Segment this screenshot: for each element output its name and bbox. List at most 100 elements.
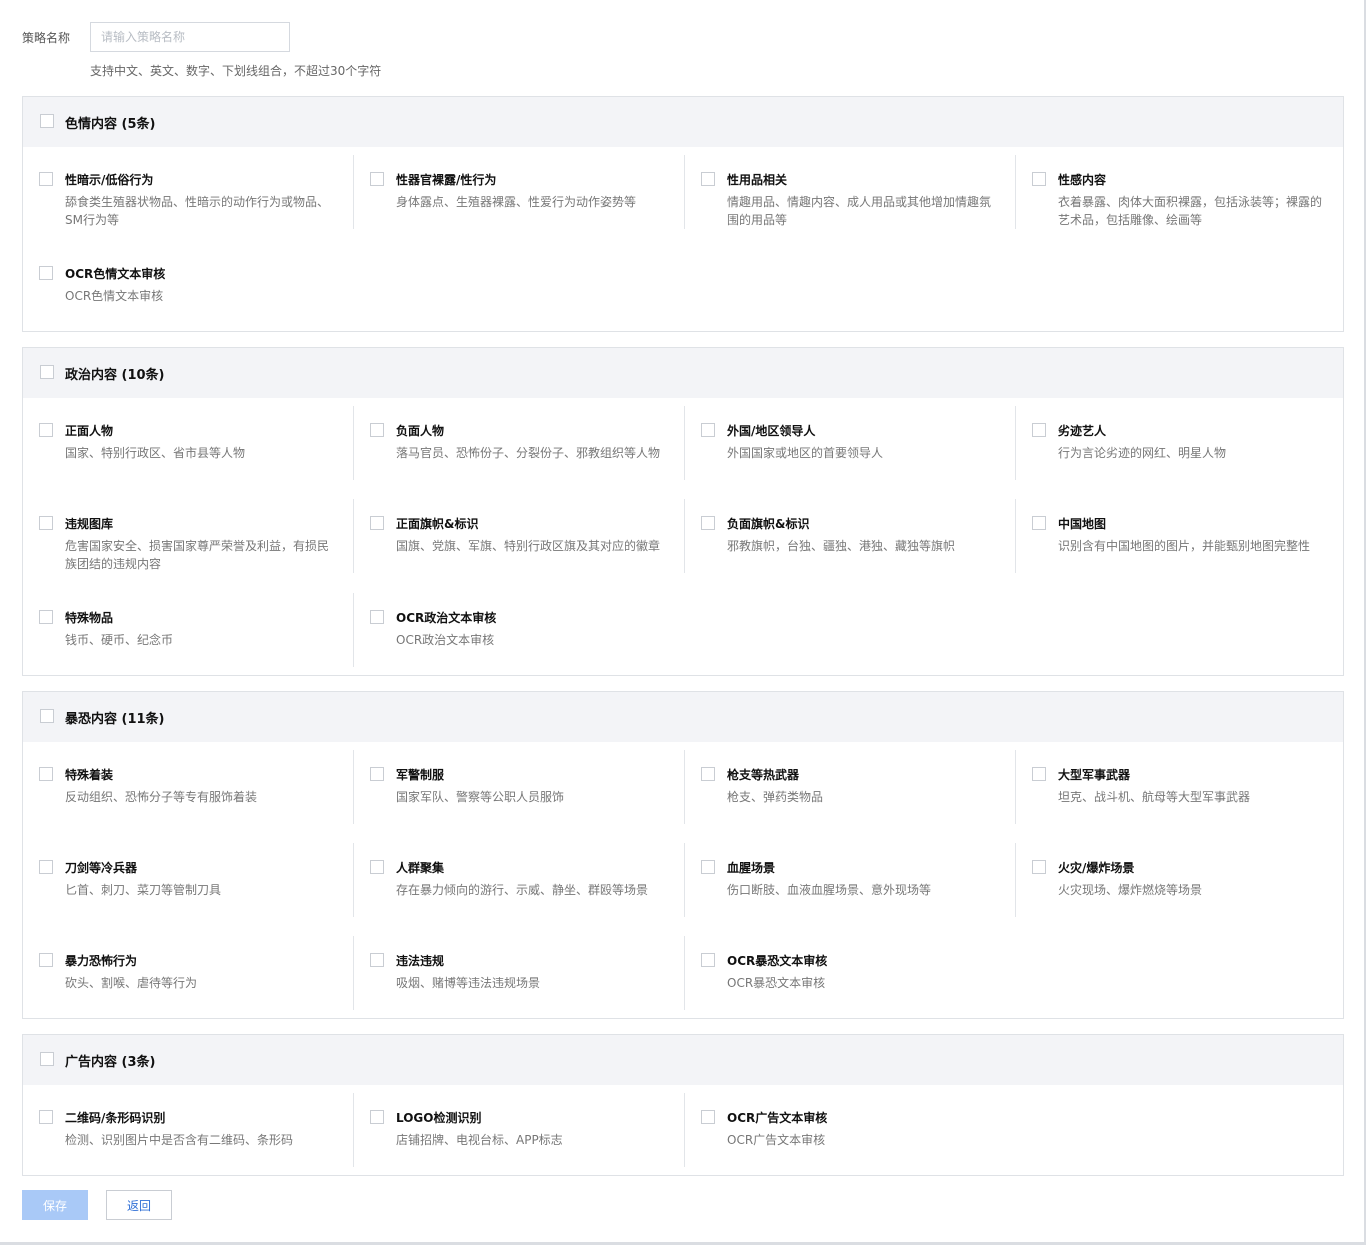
rule-checkbox[interactable] (701, 172, 715, 186)
save-button[interactable]: 保存 (22, 1190, 88, 1220)
rule-checkbox[interactable] (701, 767, 715, 781)
rule-description: 反动组织、恐怖分子等专有服饰着装 (65, 790, 258, 804)
rule-checkbox[interactable] (39, 610, 53, 624)
rule-item: 违规图库 危害国家安全、损害国家尊严荣誉及利益，有损民族团结的违规内容 (23, 499, 353, 573)
strategy-name-hint: 支持中文、英文、数字、下划线组合，不超过30个字符 (90, 64, 382, 78)
rule-checkbox[interactable] (370, 516, 384, 530)
rule-checkbox[interactable] (39, 516, 53, 530)
rule-description: 检测、识别图片中是否含有二维码、条形码 (65, 1133, 294, 1147)
rule-title: 刀剑等冷兵器 (65, 861, 138, 875)
rule-title: LOGO检测识别 (396, 1111, 482, 1125)
rule-checkbox[interactable] (1032, 516, 1046, 530)
rule-description: 匕首、刺刀、菜刀等管制刀具 (65, 883, 222, 897)
rule-title: 性器官裸露/性行为 (396, 173, 497, 187)
rule-checkbox[interactable] (701, 423, 715, 437)
rule-item: 军警制服 国家军队、警察等公职人员服饰 (353, 750, 684, 824)
rule-title: 军警制服 (396, 768, 445, 782)
rule-item: OCR暴恐文本审核 OCR暴恐文本审核 (684, 936, 1015, 1010)
rule-checkbox[interactable] (39, 266, 53, 280)
rule-description: 枪支、弹药类物品 (727, 790, 824, 804)
rule-description: 邪教旗帜，台独、疆独、港独、藏独等旗帜 (727, 539, 956, 553)
rule-item: 外国/地区领导人 外国国家或地区的首要领导人 (684, 406, 1015, 480)
rule-item: 劣迹艺人 行为言论劣迹的网红、明星人物 (1015, 406, 1346, 480)
rule-checkbox[interactable] (701, 953, 715, 967)
rule-checkbox[interactable] (1032, 860, 1046, 874)
rule-title: 血腥场景 (727, 861, 776, 875)
rule-title: 二维码/条形码识别 (65, 1111, 166, 1125)
rule-checkbox[interactable] (370, 1110, 384, 1124)
section-select-all-checkbox[interactable] (40, 709, 54, 723)
rule-item: OCR广告文本审核 OCR广告文本审核 (684, 1093, 1015, 1167)
rule-description: 国家军队、警察等公职人员服饰 (396, 790, 565, 804)
rule-item: 性器官裸露/性行为 身体露点、生殖器裸露、性爱行为动作姿势等 (353, 155, 684, 229)
rule-title: OCR政治文本审核 (396, 611, 497, 625)
rule-checkbox[interactable] (370, 767, 384, 781)
rule-title: 火灾/爆炸场景 (1058, 861, 1135, 875)
rule-item: 性用品相关 情趣用品、情趣内容、成人用品或其他增加情趣氛围的用品等 (684, 155, 1015, 229)
rule-title: 劣迹艺人 (1058, 424, 1107, 438)
rule-description: 国旗、党旗、军旗、特别行政区旗及其对应的徽章 (396, 539, 661, 553)
rule-item: 枪支等热武器 枪支、弹药类物品 (684, 750, 1015, 824)
rule-checkbox[interactable] (39, 767, 53, 781)
rule-checkbox[interactable] (370, 172, 384, 186)
rule-checkbox[interactable] (39, 172, 53, 186)
rule-title: 人群聚集 (396, 861, 445, 875)
rule-checkbox[interactable] (701, 1110, 715, 1124)
rule-checkbox[interactable] (370, 423, 384, 437)
rule-title: 外国/地区领导人 (727, 424, 816, 438)
rule-item: 性暗示/低俗行为 舔食类生殖器状物品、性暗示的动作行为或物品、SM行为等 (23, 155, 353, 229)
rule-title: 性感内容 (1058, 173, 1107, 187)
rule-title: 正面旗帜&标识 (396, 517, 479, 531)
rule-title: 负面人物 (396, 424, 445, 438)
rule-checkbox[interactable] (39, 1110, 53, 1124)
section-politics: 政治内容 (10条) 正面人物 国家、特别行政区、省市县等人物 负面人物 落马官… (22, 347, 1344, 676)
section-title: 色情内容 (5条) (65, 117, 156, 132)
rule-checkbox[interactable] (370, 953, 384, 967)
rule-checkbox[interactable] (701, 516, 715, 530)
rule-title: 违规图库 (65, 517, 114, 531)
rule-title: OCR色情文本审核 (65, 267, 166, 281)
rule-description: 情趣用品、情趣内容、成人用品或其他增加情趣氛围的用品等 (727, 195, 992, 227)
rule-title: 性用品相关 (727, 173, 788, 187)
rule-item: 负面人物 落马官员、恐怖份子、分裂份子、邪教组织等人物 (353, 406, 684, 480)
rule-description: 砍头、割喉、虐待等行为 (65, 976, 198, 990)
rule-checkbox[interactable] (39, 860, 53, 874)
rule-description: 身体露点、生殖器裸露、性爱行为动作姿势等 (396, 195, 637, 209)
rule-item: 特殊物品 钱币、硬币、纪念币 (23, 593, 353, 667)
rule-description: 危害国家安全、损害国家尊严荣誉及利益，有损民族团结的违规内容 (65, 539, 330, 571)
rule-item: LOGO检测识别 店铺招牌、电视台标、APP标志 (353, 1093, 684, 1167)
rule-checkbox[interactable] (1032, 423, 1046, 437)
rule-item: OCR色情文本审核 OCR色情文本审核 (23, 249, 353, 323)
rule-item: 人群聚集 存在暴力倾向的游行、示威、静坐、群殴等场景 (353, 843, 684, 917)
rule-checkbox[interactable] (39, 423, 53, 437)
rule-item: 刀剑等冷兵器 匕首、刺刀、菜刀等管制刀具 (23, 843, 353, 917)
rule-item: OCR政治文本审核 OCR政治文本审核 (353, 593, 684, 667)
section-header: 色情内容 (5条) (23, 97, 1343, 147)
section-title: 政治内容 (10条) (65, 368, 165, 383)
rule-description: 钱币、硬币、纪念币 (65, 633, 174, 647)
rule-description: 国家、特别行政区、省市县等人物 (65, 446, 246, 460)
section-title: 广告内容 (3条) (65, 1055, 156, 1070)
strategy-name-label: 策略名称 (22, 31, 71, 45)
rule-description: OCR色情文本审核 (65, 289, 164, 303)
rule-checkbox[interactable] (1032, 767, 1046, 781)
rule-checkbox[interactable] (370, 860, 384, 874)
rule-description: 吸烟、赌博等违法违规场景 (396, 976, 541, 990)
rule-description: 坦克、战斗机、航母等大型军事武器 (1058, 790, 1251, 804)
rule-checkbox[interactable] (370, 610, 384, 624)
section-select-all-checkbox[interactable] (40, 365, 54, 379)
section-select-all-checkbox[interactable] (40, 114, 54, 128)
rule-item: 正面旗帜&标识 国旗、党旗、军旗、特别行政区旗及其对应的徽章 (353, 499, 684, 573)
back-button[interactable]: 返回 (106, 1190, 172, 1220)
section-header: 政治内容 (10条) (23, 348, 1343, 398)
rule-title: 大型军事武器 (1058, 768, 1131, 782)
rule-title: 暴力恐怖行为 (65, 954, 138, 968)
rule-item: 正面人物 国家、特别行政区、省市县等人物 (23, 406, 353, 480)
section-select-all-checkbox[interactable] (40, 1052, 54, 1066)
rule-title: 特殊着装 (65, 768, 114, 782)
rule-checkbox[interactable] (1032, 172, 1046, 186)
rule-checkbox[interactable] (39, 953, 53, 967)
rule-checkbox[interactable] (701, 860, 715, 874)
section-header: 广告内容 (3条) (23, 1035, 1343, 1085)
strategy-name-input[interactable] (90, 22, 290, 52)
